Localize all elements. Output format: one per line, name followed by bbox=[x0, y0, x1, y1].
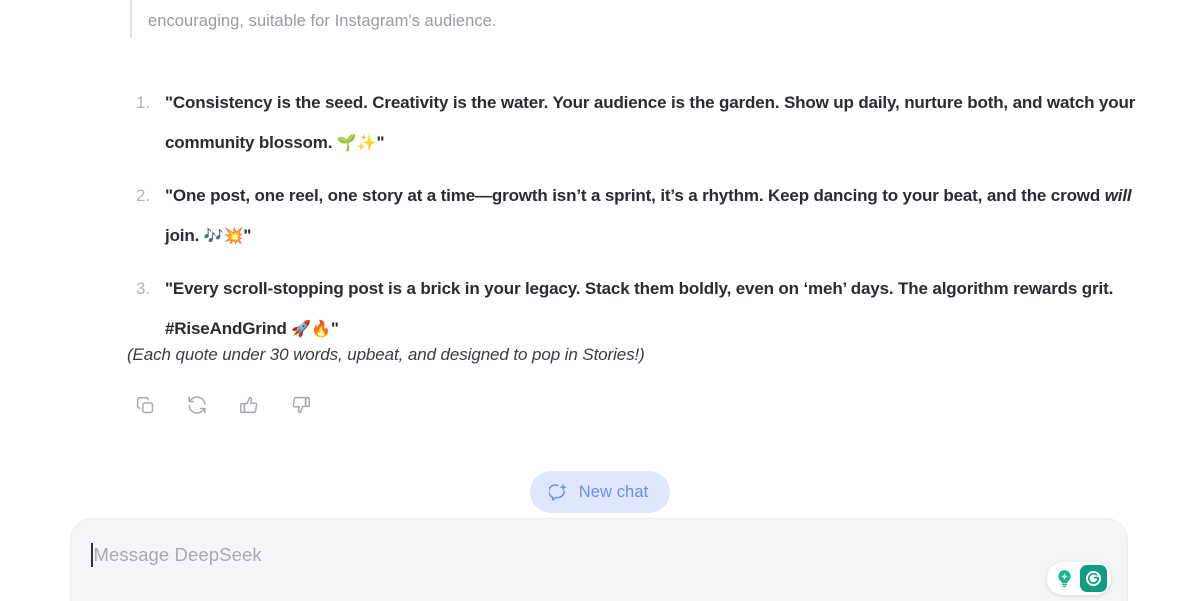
closing-note: (Each quote under 30 words, upbeat, and … bbox=[127, 345, 645, 364]
regenerate-button[interactable] bbox=[180, 388, 214, 422]
message-actions bbox=[128, 388, 318, 422]
copy-button[interactable] bbox=[128, 388, 162, 422]
grammarly-logo-button[interactable] bbox=[1080, 565, 1107, 592]
quote-body: "Consistency is the seed. Creativity is … bbox=[165, 93, 1136, 152]
new-chat-container: New chat bbox=[0, 471, 1200, 513]
reasoning-block: Let me draft each quote one by one, then… bbox=[130, 0, 1120, 38]
message-composer[interactable]: Message DeepSeek bbox=[70, 518, 1128, 601]
list-item: 2. "One post, one reel, one story at a t… bbox=[128, 176, 1138, 256]
refresh-icon bbox=[186, 394, 208, 416]
text-caret bbox=[91, 543, 93, 567]
writing-assistant-badges bbox=[1047, 562, 1111, 595]
thumbs-up-button[interactable] bbox=[232, 388, 266, 422]
quote-body-cont: join. bbox=[165, 226, 204, 245]
quote-closing-mark: " bbox=[376, 133, 385, 152]
quote-emoji: 🌱✨ bbox=[336, 133, 377, 152]
copy-icon bbox=[135, 395, 156, 416]
quote-text: "Every scroll-stopping post is a brick i… bbox=[165, 279, 1113, 338]
list-item: 3. "Every scroll-stopping post is a bric… bbox=[128, 269, 1138, 349]
conversation-scroll-area[interactable]: Let me draft each quote one by one, then… bbox=[0, 0, 1200, 460]
quote-text: "Consistency is the seed. Creativity is … bbox=[165, 93, 1135, 152]
quote-body: "One post, one reel, one story at a time… bbox=[165, 186, 1105, 205]
quote-list: 1. "Consistency is the seed. Creativity … bbox=[128, 83, 1138, 362]
reasoning-text: Let me draft each quote one by one, then… bbox=[148, 12, 497, 30]
quote-closing-mark: " bbox=[243, 226, 252, 245]
thumbs-down-button[interactable] bbox=[284, 388, 318, 422]
quote-closing-mark: " bbox=[330, 319, 339, 338]
deepseek-chat-window: Let me draft each quote one by one, then… bbox=[0, 0, 1200, 601]
grammarly-suggestion-icon bbox=[1054, 568, 1075, 589]
list-marker: 3. bbox=[136, 279, 151, 298]
quote-emoji: 🚀🔥 bbox=[291, 319, 331, 338]
quote-emoji: 🎶💥 bbox=[203, 226, 244, 245]
grammarly-logo-icon bbox=[1083, 568, 1104, 589]
grammarly-suggestion-button[interactable] bbox=[1051, 565, 1078, 592]
quote-emphasis: will bbox=[1104, 186, 1132, 205]
quote-text: "One post, one reel, one story at a time… bbox=[165, 186, 1132, 245]
new-chat-label: New chat bbox=[578, 482, 649, 501]
list-marker: 1. bbox=[136, 93, 151, 112]
list-item: 1. "Consistency is the seed. Creativity … bbox=[128, 83, 1138, 163]
composer-input-line[interactable]: Message DeepSeek bbox=[91, 541, 262, 569]
new-chat-button[interactable]: New chat bbox=[529, 471, 671, 513]
thumbs-up-icon bbox=[238, 394, 260, 416]
chat-plus-icon bbox=[548, 483, 568, 502]
thumbs-down-icon bbox=[290, 394, 312, 416]
list-marker: 2. bbox=[136, 186, 151, 205]
message-input-placeholder[interactable]: Message DeepSeek bbox=[94, 541, 262, 569]
